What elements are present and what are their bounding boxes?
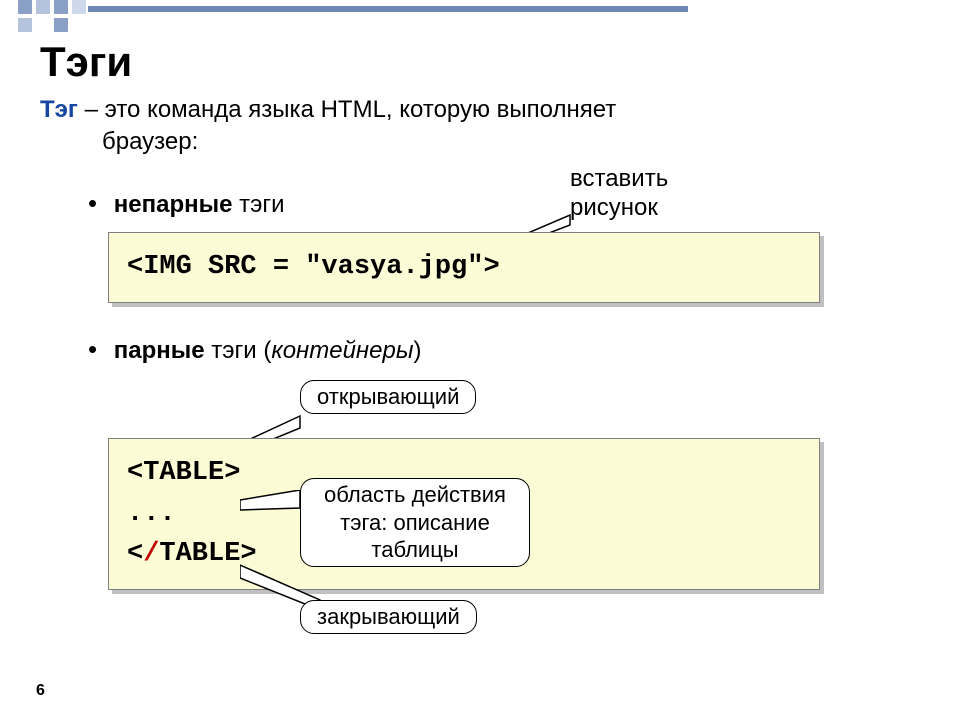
callout-scope-line3: таблицы (371, 537, 458, 562)
callout-scope-line2: тэга: описание (340, 510, 490, 535)
callout-opening-tag: открывающий (300, 380, 476, 414)
bullet-paired-rest: тэги ( (205, 337, 272, 364)
code-img-content: <IMG SRC = "vasya.jpg"> (127, 252, 500, 282)
slide-title: Тэги (40, 38, 132, 86)
code-table-close-post: TABLE> (159, 539, 256, 569)
code-img-tag: <IMG SRC = "vasya.jpg"> (108, 232, 820, 303)
callout-insert-line1: вставить (570, 165, 668, 192)
definition-term: Тэг (40, 96, 78, 123)
definition-rest-1: – это команда языка HTML, которую выполн… (78, 96, 616, 123)
definition-rest-2: браузер: (102, 126, 920, 158)
code-table-close-pre: < (127, 539, 143, 569)
definition-text: Тэг – это команда языка HTML, которую вы… (40, 94, 920, 159)
callout-closing-tag: закрывающий (300, 600, 477, 634)
bullet-paired-italic: контейнеры (271, 337, 413, 364)
bullet-unpaired-rest: тэги (232, 191, 284, 218)
bullet-paired-close: ) (414, 337, 422, 364)
bullet-unpaired: непарные тэги (88, 188, 285, 219)
callout-insert-line2: рисунок (570, 194, 658, 221)
code-table-close-slash: / (143, 539, 159, 569)
bullet-paired-bold: парные (114, 337, 205, 364)
code-table-open: <TABLE> (127, 458, 240, 488)
callout-scope-line1: область действия (324, 482, 506, 507)
callout-insert-image: вставить рисунок (570, 165, 710, 223)
code-table-dots: ... (127, 499, 176, 529)
bullet-unpaired-bold: непарные (114, 191, 233, 218)
bullet-paired: парные тэги (контейнеры) (88, 334, 422, 365)
page-number: 6 (36, 682, 45, 700)
callout-tag-scope: область действия тэга: описание таблицы (300, 478, 530, 567)
slide-header-decoration (18, 0, 138, 34)
